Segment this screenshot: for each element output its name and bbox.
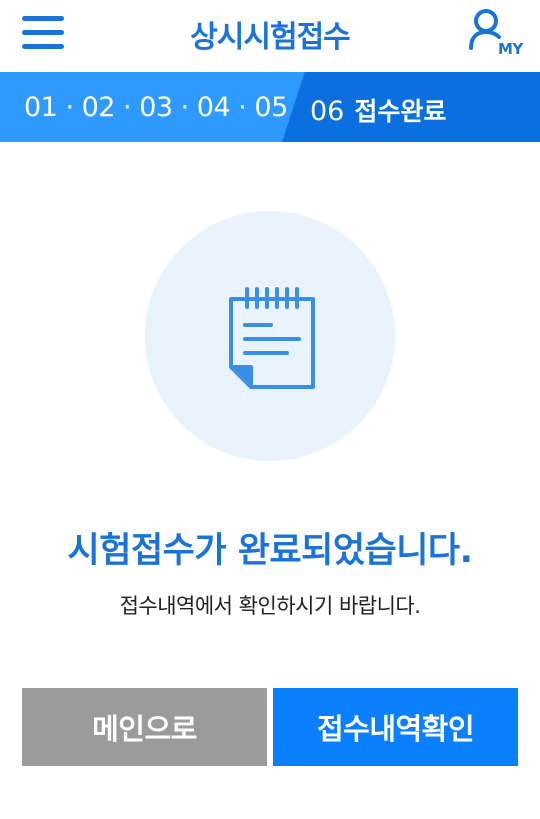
current-step-label: 접수완료 [354,97,447,126]
current-step-number: 06 [310,96,345,127]
view-registration-button[interactable]: 접수내역확인 [273,688,518,766]
step-progress-bar: 01 · 02 · 03 · 04 · 05 06 접수완료 [0,72,540,142]
my-page-button[interactable]: MY [468,8,526,58]
completion-subtitle: 접수내역에서 확인하시기 바랍니다. [119,594,421,618]
completed-steps: 01 · 02 · 03 · 04 · 05 [24,92,288,123]
completion-title: 시험접수가 완료되었습니다. [67,531,473,571]
icon-circle [145,211,395,461]
current-step: 06 접수완료 [310,92,446,128]
my-label: MY [498,40,523,58]
app-header: 상시시험접수 MY [0,0,540,72]
go-main-button[interactable]: 메인으로 [22,688,267,766]
page-title: 상시시험접수 [190,20,351,55]
notepad-icon [229,287,315,389]
